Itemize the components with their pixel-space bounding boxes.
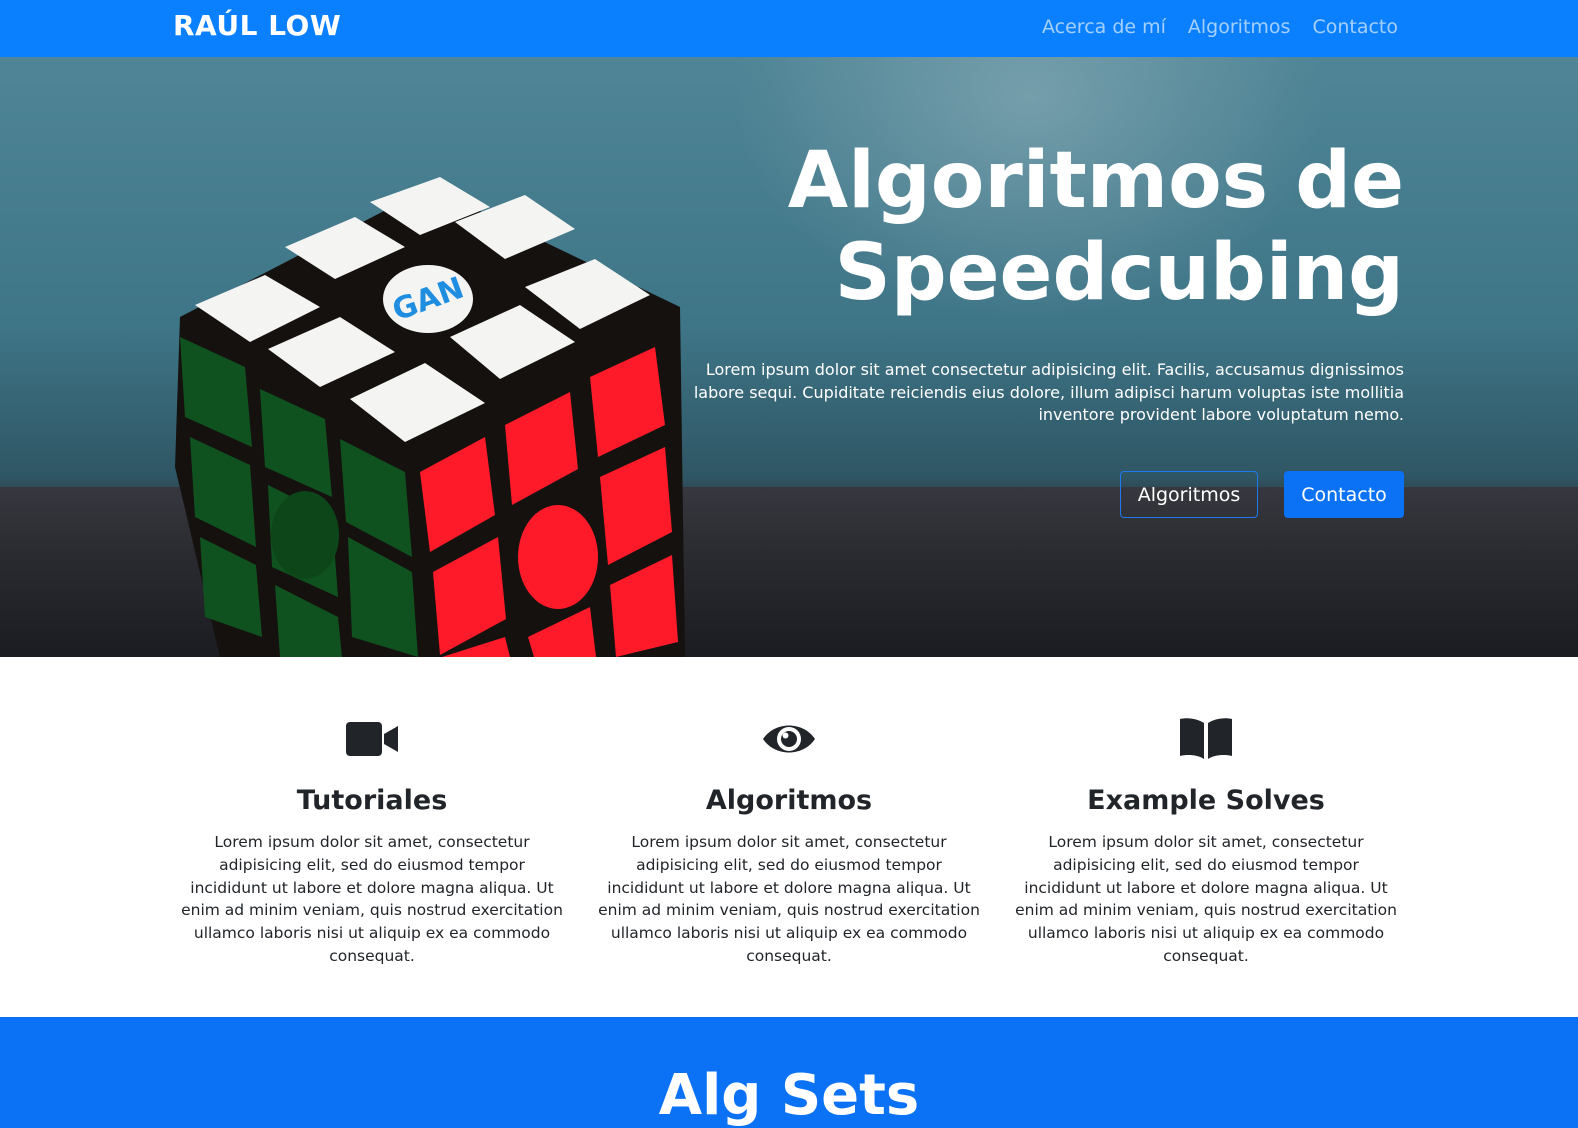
hero-description: Lorem ipsum dolor sit amet consectetur a… <box>693 360 1404 424</box>
navbar: RAÚL LOW Acerca de mí Algoritmos Contact… <box>0 0 1578 57</box>
video-camera-icon <box>346 722 398 756</box>
feature-title: Algoritmos <box>705 785 873 816</box>
feature-tutoriales: Tutoriales Lorem ipsum dolor sit amet, c… <box>177 713 567 968</box>
alg-sets-title: Alg Sets <box>658 1063 920 1128</box>
feature-example-solves: Example Solves Lorem ipsum dolor sit ame… <box>1011 713 1401 968</box>
feature-text: Lorem ipsum dolor sit amet, consectetur … <box>181 833 563 965</box>
book-open-icon <box>1180 718 1232 759</box>
nav-links: Acerca de mí Algoritmos Contacto <box>1042 16 1398 38</box>
feature-algoritmos: Algoritmos Lorem ipsum dolor sit amet, c… <box>594 713 984 968</box>
contacto-button[interactable]: Contacto <box>1284 471 1404 518</box>
hero-title: Algoritmos de Speedcubing <box>644 135 1404 319</box>
feature-text: Lorem ipsum dolor sit amet, consectetur … <box>598 833 980 965</box>
nav-link-acerca[interactable]: Acerca de mí <box>1042 16 1166 38</box>
hero-title-line1: Algoritmos de <box>787 136 1404 226</box>
feature-title: Example Solves <box>1087 785 1325 816</box>
alg-sets-section: Alg Sets <box>0 1017 1578 1128</box>
brand-logo[interactable]: RAÚL LOW <box>173 9 341 42</box>
feature-title: Tutoriales <box>296 785 448 816</box>
rubiks-cube-image: GAN <box>175 177 685 657</box>
algoritmos-button[interactable]: Algoritmos <box>1120 471 1258 518</box>
nav-link-algoritmos[interactable]: Algoritmos <box>1188 16 1291 38</box>
nav-link-contacto[interactable]: Contacto <box>1312 16 1398 38</box>
features-section: Tutoriales Lorem ipsum dolor sit amet, c… <box>0 657 1578 1017</box>
eye-icon <box>763 725 815 753</box>
feature-text: Lorem ipsum dolor sit amet, consectetur … <box>1015 833 1397 965</box>
hero-section: GAN Algoritmos de Speedcubing Lorem ipsu… <box>0 57 1578 657</box>
hero-title-line2: Speedcubing <box>834 228 1404 318</box>
